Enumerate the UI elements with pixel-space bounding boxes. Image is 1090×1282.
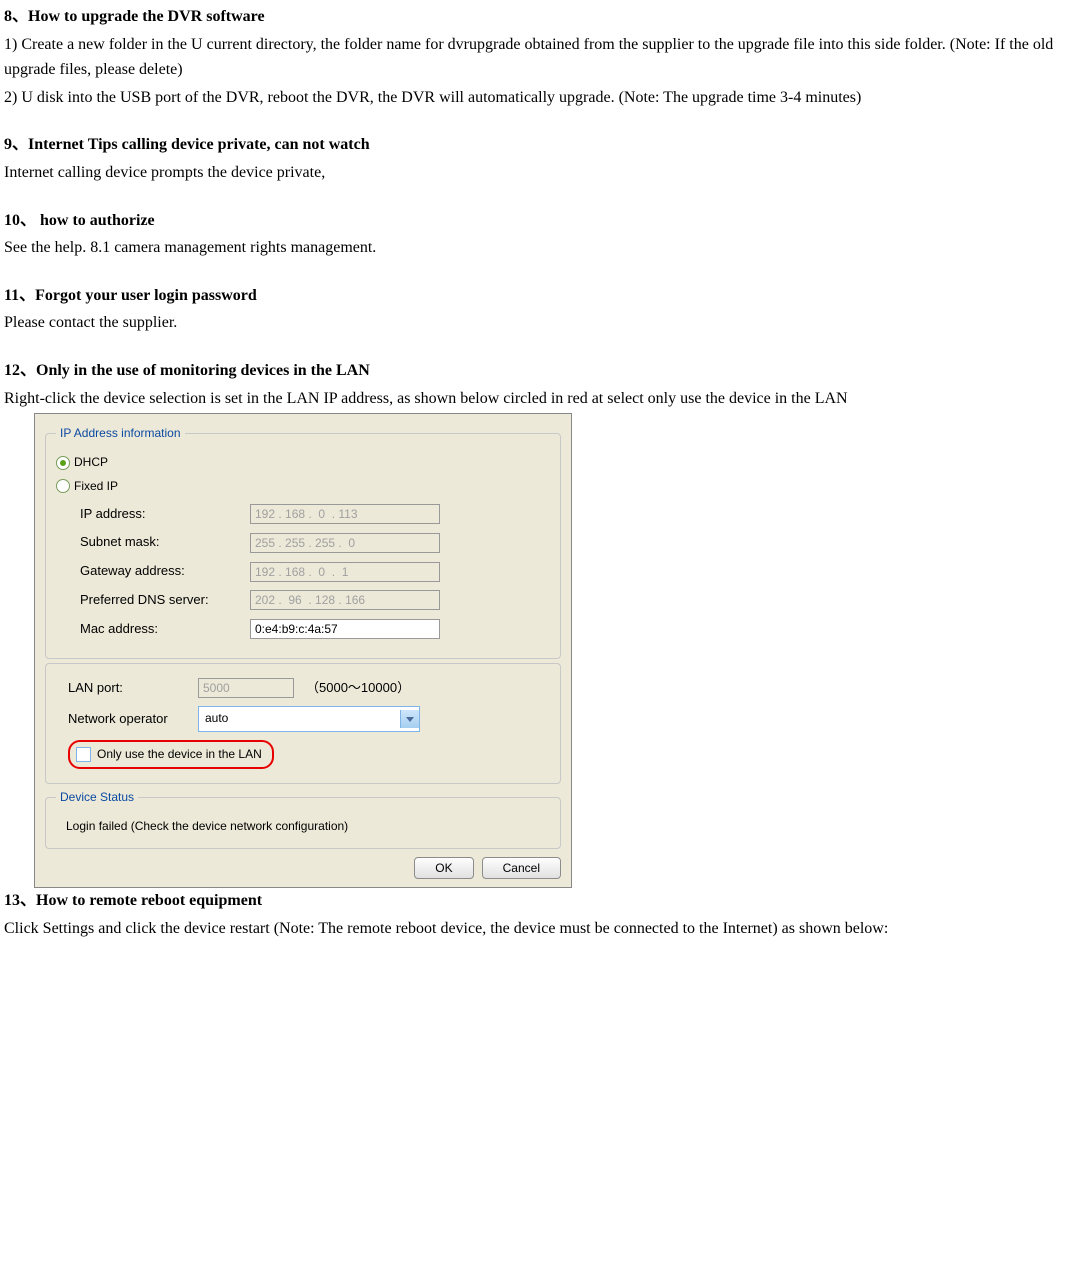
mac-address-field[interactable] [250, 619, 440, 639]
section9-heading: 9、Internet Tips calling device private, … [4, 132, 1086, 158]
section12-paragraph-1: Right-click the device selection is set … [4, 386, 1086, 412]
ip-address-label: IP address: [80, 504, 250, 525]
section8-paragraph-1: 1) Create a new folder in the U current … [4, 32, 1086, 83]
device-status-text: Login failed (Check the device network c… [66, 817, 550, 836]
subnet-mask-field [250, 533, 440, 553]
lan-port-label: LAN port: [68, 678, 198, 699]
dhcp-label: DHCP [74, 453, 108, 472]
subnet-mask-label: Subnet mask: [80, 532, 250, 553]
radio-icon [56, 456, 70, 470]
section11-heading: 11、Forgot your user login password [4, 283, 1086, 309]
dns-server-field [250, 590, 440, 610]
network-operator-label: Network operator [68, 709, 198, 730]
lan-port-range: （5000～10000） [306, 678, 410, 699]
ip-address-information-group: IP Address information DHCP Fixed IP IP … [45, 424, 561, 659]
section12-heading: 12、Only in the use of monitoring devices… [4, 358, 1086, 384]
dropdown-button[interactable] [400, 710, 419, 728]
chevron-down-icon [406, 717, 414, 722]
section10-paragraph-1: See the help. 8.1 camera management righ… [4, 235, 1086, 261]
gateway-address-label: Gateway address: [80, 561, 250, 582]
network-operator-value: auto [199, 707, 400, 730]
ip-info-legend: IP Address information [56, 424, 185, 443]
fixed-ip-radio[interactable]: Fixed IP [56, 477, 550, 496]
only-lan-checkbox[interactable]: Only use the device in the LAN [68, 740, 274, 769]
section13-heading: 13、How to remote reboot equipment [4, 888, 1086, 914]
fixed-ip-label: Fixed IP [74, 477, 118, 496]
port-operator-group: LAN port: （5000～10000） Network operator … [45, 663, 561, 784]
lan-port-field [198, 678, 294, 698]
dns-server-label: Preferred DNS server: [80, 590, 250, 611]
network-operator-select[interactable]: auto [198, 706, 420, 731]
section8-paragraph-2: 2) U disk into the USB port of the DVR, … [4, 85, 1086, 111]
checkbox-icon [76, 747, 91, 762]
mac-address-label: Mac address: [80, 619, 250, 640]
device-status-legend: Device Status [56, 788, 138, 807]
gateway-address-field [250, 562, 440, 582]
ip-settings-dialog: IP Address information DHCP Fixed IP IP … [34, 413, 572, 888]
radio-icon [56, 479, 70, 493]
section9-paragraph-1: Internet calling device prompts the devi… [4, 160, 1086, 186]
cancel-button[interactable]: Cancel [482, 857, 561, 879]
section10-heading: 10、 how to authorize [4, 208, 1086, 234]
section8-heading: 8、How to upgrade the DVR software [4, 4, 1086, 30]
device-status-group: Device Status Login failed (Check the de… [45, 788, 561, 849]
dhcp-radio[interactable]: DHCP [56, 453, 550, 472]
dialog-button-bar: OK Cancel [45, 857, 561, 879]
ip-address-field [250, 504, 440, 524]
ok-button[interactable]: OK [414, 857, 473, 879]
section11-paragraph-1: Please contact the supplier. [4, 310, 1086, 336]
only-lan-label: Only use the device in the LAN [97, 745, 262, 764]
section13-paragraph-1: Click Settings and click the device rest… [4, 916, 1086, 942]
